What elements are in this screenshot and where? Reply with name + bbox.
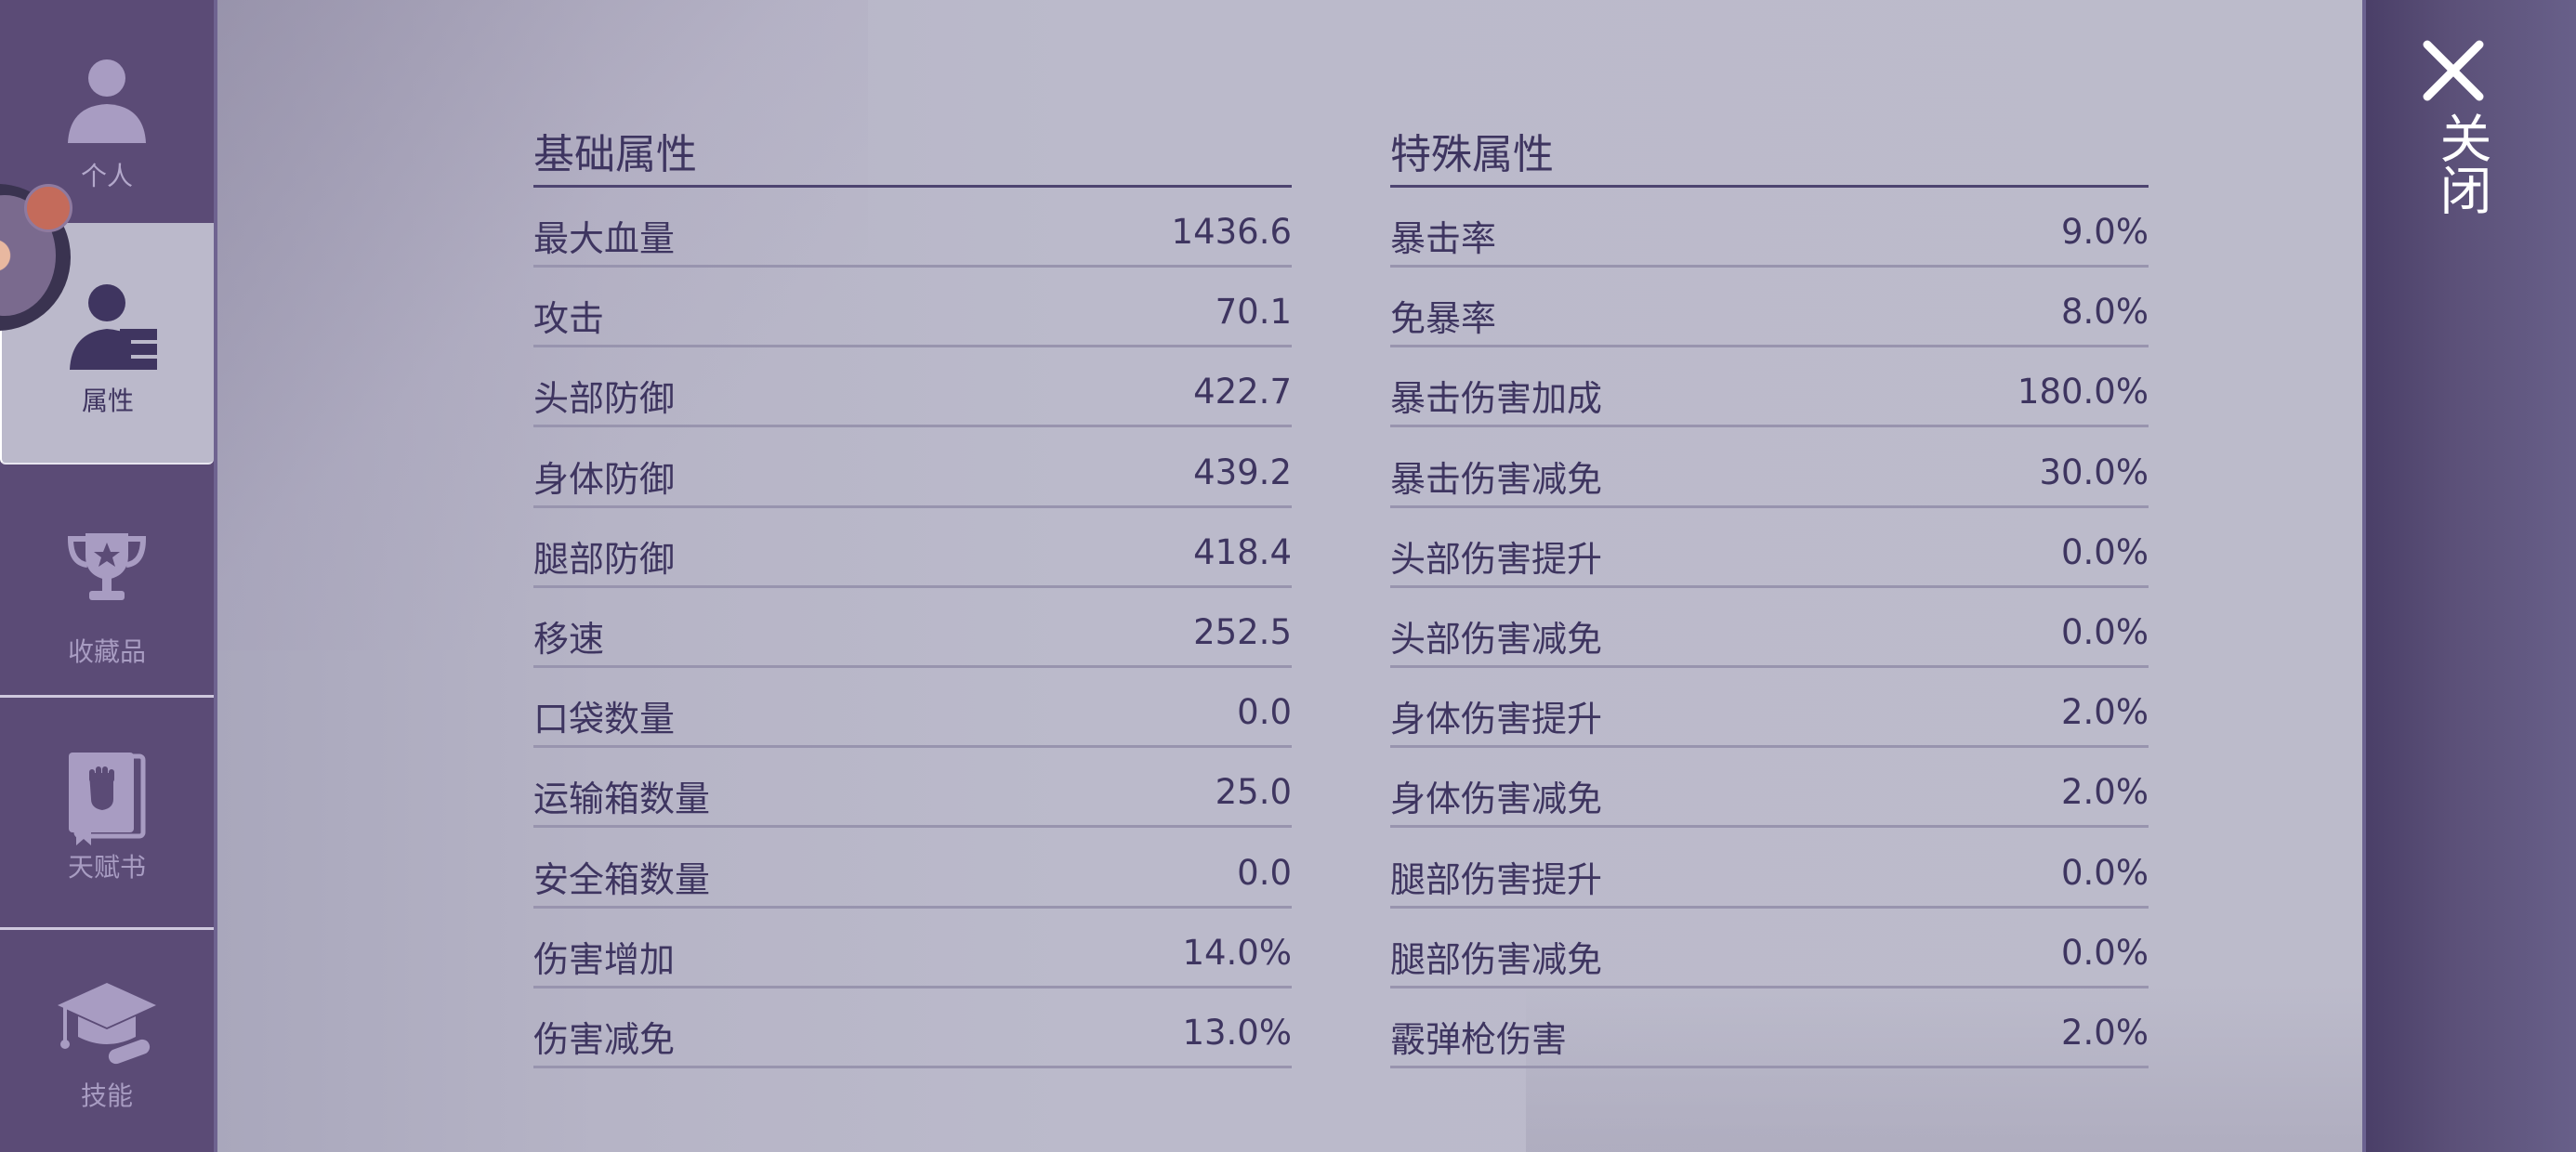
attribute-value: 422.7	[1193, 372, 1292, 412]
attribute-name: 身体伤害减免	[1390, 779, 1603, 820]
attribute-value: 252.5	[1193, 612, 1292, 652]
attribute-name: 身体伤害提升	[1390, 699, 1603, 740]
attribute-value: 9.0%	[2061, 212, 2149, 252]
person-icon	[62, 54, 151, 147]
sidebar-item-label: 天赋书	[67, 852, 146, 883]
attribute-value: 13.0%	[1182, 1013, 1292, 1053]
attribute-name: 头部防御	[533, 378, 676, 420]
attribute-value: 14.0%	[1182, 932, 1292, 973]
sidebar-item-label: 个人	[80, 161, 133, 191]
attribute-value: 0.0%	[2061, 612, 2149, 652]
attribute-row: 最大血量 1436.6	[533, 188, 1292, 268]
attribute-row: 腿部防御 418.4	[533, 508, 1292, 588]
attribute-value: 418.4	[1193, 531, 1292, 572]
attribute-name: 最大血量	[533, 218, 676, 259]
section-title: 特殊属性	[1390, 131, 1554, 178]
attribute-row: 伤害增加 14.0%	[533, 909, 1292, 988]
attribute-name: 腿部防御	[533, 538, 676, 580]
attribute-value: 0.0	[1237, 852, 1292, 893]
attribute-name: 伤害增加	[533, 938, 676, 980]
attribute-value: 2.0%	[2061, 692, 2149, 733]
attribute-row: 安全箱数量 0.0	[533, 829, 1292, 909]
attribute-name: 运输箱数量	[533, 779, 711, 820]
attribute-name: 安全箱数量	[533, 858, 711, 900]
attribute-name: 攻击	[533, 298, 605, 340]
trophy-icon	[65, 530, 149, 608]
attribute-row: 头部伤害提升 0.0%	[1390, 508, 2149, 588]
attribute-value: 1436.6	[1171, 212, 1292, 252]
attribute-name: 霰弹枪伤害	[1390, 1019, 1568, 1060]
attribute-value: 8.0%	[2061, 292, 2149, 333]
attribute-name: 头部伤害减免	[1390, 619, 1603, 660]
attribute-value: 2.0%	[2061, 772, 2149, 813]
attribute-name: 身体防御	[533, 458, 676, 500]
attribute-row: 腿部伤害减免 0.0%	[1390, 909, 2149, 988]
attribute-name: 免暴率	[1390, 298, 1497, 340]
attribute-row: 腿部伤害提升 0.0%	[1390, 829, 2149, 909]
section-title: 基础属性	[533, 131, 697, 178]
attribute-row: 身体伤害减免 2.0%	[1390, 748, 2149, 829]
attribute-row: 免暴率 8.0%	[1390, 268, 2149, 348]
sidebar-item-label: 技能	[80, 1080, 133, 1111]
close-icon	[2423, 40, 2484, 101]
attribute-row: 头部伤害减免 0.0%	[1390, 588, 2149, 668]
attribute-row: 口袋数量 0.0	[533, 668, 1292, 749]
attribute-value: 180.0%	[2017, 372, 2149, 412]
person-card-icon	[66, 281, 159, 373]
attribute-name: 暴击率	[1390, 218, 1497, 259]
attribute-row: 运输箱数量 25.0	[533, 748, 1292, 829]
attribute-name: 头部伤害提升	[1390, 538, 1603, 580]
attribute-name: 暴击伤害加成	[1390, 378, 1603, 420]
attribute-name: 移速	[533, 619, 605, 660]
attribute-value: 2.0%	[2061, 1013, 2149, 1053]
attribute-row: 伤害减免 13.0%	[533, 988, 1292, 1068]
attribute-value: 30.0%	[2039, 452, 2149, 492]
attribute-value: 0.0%	[2061, 932, 2149, 973]
attribute-value: 439.2	[1193, 452, 1292, 492]
sidebar-item-label: 属性	[81, 386, 134, 416]
attribute-row: 头部防御 422.7	[533, 347, 1292, 428]
attribute-name: 腿部伤害减免	[1390, 938, 1603, 980]
attribute-row: 暴击伤害减免 30.0%	[1390, 428, 2149, 508]
attribute-row: 身体防御 439.2	[533, 428, 1292, 508]
attribute-row: 攻击 70.1	[533, 268, 1292, 348]
attribute-row: 移速 252.5	[533, 588, 1292, 668]
attribute-name: 暴击伤害减免	[1390, 458, 1603, 500]
close-label: 关闭	[2431, 111, 2491, 216]
graduation-cap-icon	[56, 979, 158, 1072]
attribute-row: 身体伤害提升 2.0%	[1390, 668, 2149, 749]
attribute-value: 0.0%	[2061, 531, 2149, 572]
sidebar-item-talent[interactable]: 天赋书	[0, 697, 214, 927]
attribute-name: 伤害减免	[533, 1019, 676, 1060]
sidebar: 个人 属性 收藏品 天赋书 技能	[0, 0, 217, 1152]
attribute-row: 霰弹枪伤害 2.0%	[1390, 988, 2149, 1068]
attribute-name: 腿部伤害提升	[1390, 858, 1603, 900]
row-divider	[1390, 1066, 2149, 1068]
attribute-row: 暴击伤害加成 180.0%	[1390, 347, 2149, 428]
attribute-value: 0.0%	[2061, 852, 2149, 893]
fist-book-icon	[67, 753, 147, 849]
attribute-value: 25.0	[1215, 772, 1292, 813]
row-divider	[533, 1066, 1292, 1068]
close-button[interactable]: 关闭	[2362, 0, 2576, 1152]
sidebar-item-skills[interactable]: 技能	[0, 929, 214, 1152]
attributes-panel: 基础属性 最大血量 1436.6 攻击 70.1 头部防御 422.7 身体防御 439.2 腿…	[217, 0, 2362, 1152]
attribute-value: 0.0	[1237, 692, 1292, 733]
sidebar-item-collection[interactable]: 收藏品	[0, 465, 214, 695]
attribute-name: 口袋数量	[533, 699, 676, 740]
notification-dot	[24, 184, 72, 232]
sidebar-item-label: 收藏品	[67, 636, 146, 667]
attribute-value: 70.1	[1215, 292, 1292, 333]
attribute-row: 暴击率 9.0%	[1390, 188, 2149, 268]
